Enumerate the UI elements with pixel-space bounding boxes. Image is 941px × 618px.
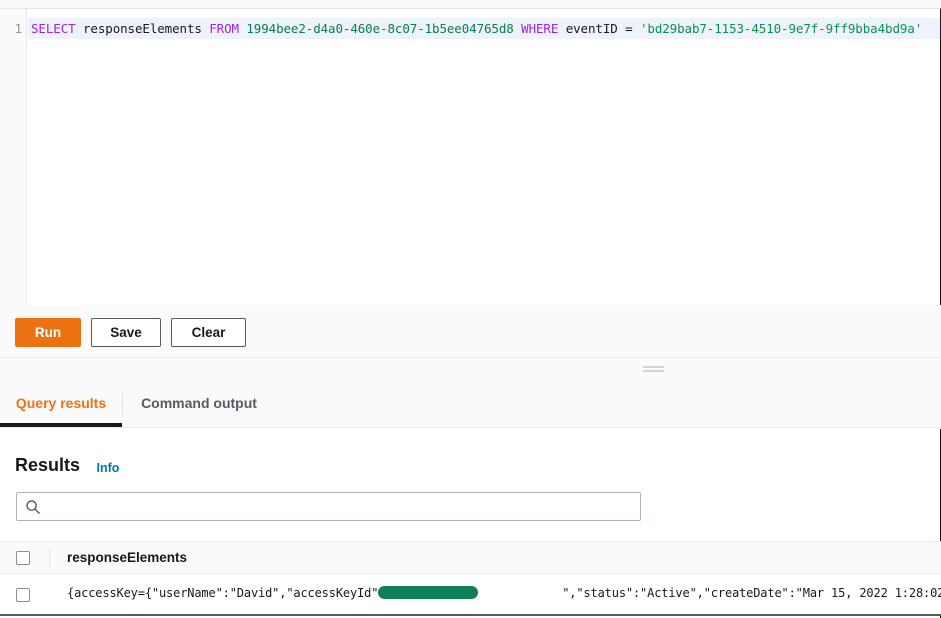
run-button[interactable]: Run: [15, 318, 81, 347]
resize-handle-line: [643, 366, 664, 368]
tab-query-results[interactable]: Query results: [0, 380, 122, 427]
query-token-keyword: SELECT: [31, 21, 76, 36]
query-token-keyword: FROM: [209, 21, 239, 36]
clear-button[interactable]: Clear: [171, 318, 246, 347]
column-header-responseelements: responseElements: [67, 550, 187, 565]
redaction-mark-access-key: [378, 586, 478, 599]
editor-code-area[interactable]: SELECT responseElements FROM 1994bee2-d4…: [28, 9, 940, 305]
results-search-box[interactable]: [16, 492, 641, 521]
query-token-plain: responseElements: [76, 21, 210, 36]
row-select-checkbox[interactable]: [16, 588, 30, 602]
resize-handle-line: [643, 370, 664, 372]
query-text-line[interactable]: SELECT responseElements FROM 1994bee2-d4…: [28, 18, 940, 39]
results-title: Results: [15, 455, 80, 476]
results-tab-bar: Query results Command output: [0, 380, 941, 428]
column-divider: [49, 548, 50, 568]
results-header: Results Info: [15, 455, 119, 479]
results-table-header: responseElements: [0, 541, 941, 574]
search-icon: [25, 499, 41, 515]
panel-resize-handle[interactable]: [643, 366, 664, 373]
query-editor-section: 1 SELECT responseElements FROM 1994bee2-…: [0, 0, 941, 305]
editor-gutter: 1: [0, 9, 27, 305]
editor-action-bar: Run Save Clear: [0, 305, 941, 358]
line-number: 1: [15, 20, 22, 38]
save-button[interactable]: Save: [91, 318, 161, 347]
panel-resize-strip: [0, 358, 941, 380]
query-token-keyword: WHERE: [521, 21, 558, 36]
query-editor-panel[interactable]: 1 SELECT responseElements FROM 1994bee2-…: [0, 8, 941, 305]
select-all-checkbox[interactable]: [16, 551, 30, 565]
tab-command-output[interactable]: Command output: [123, 380, 275, 427]
results-info-link[interactable]: Info: [96, 461, 119, 475]
query-token-plain: eventID =: [558, 21, 640, 36]
query-token-table: 1994bee2-d4a0-460e-8c07-1b5ee04765d8: [246, 21, 513, 36]
cell-responseelements: {accessKey={"userName":"David","accessKe…: [67, 586, 941, 600]
query-token-string: 'bd29bab7-1153-4510-9e7f-9ff9bba4bd9a': [640, 21, 922, 36]
search-input[interactable]: [47, 493, 634, 522]
